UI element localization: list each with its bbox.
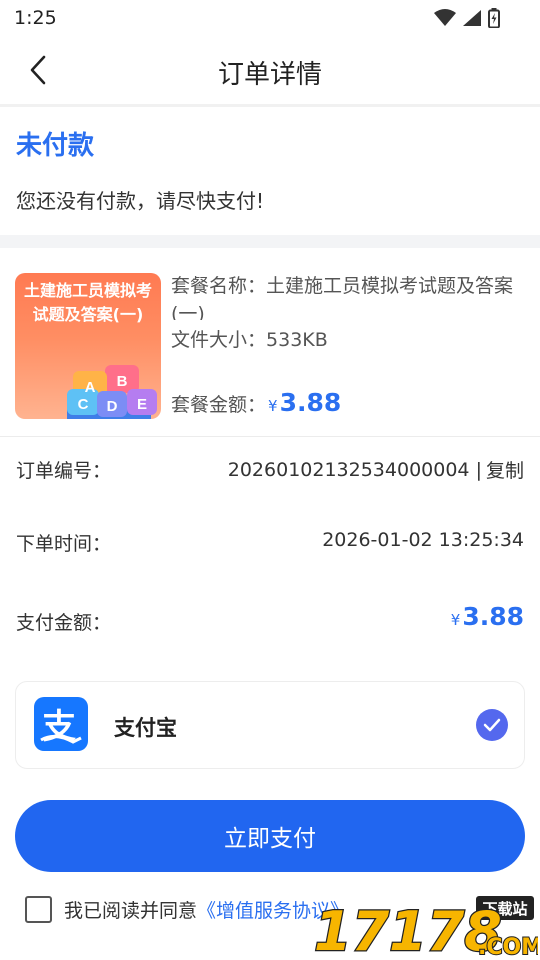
payment-amount-currency: ¥ [450,611,461,629]
product-cover[interactable]: 土建施工员模拟考试题及答案(一) A B C D E [15,273,161,419]
status-bar: 1:25 [0,0,540,36]
copy-order-number-button[interactable]: 复制 [486,456,524,483]
package-price-currency: ¥ [268,397,278,415]
block-letter-c: C [78,396,89,413]
agreement-text: 我已阅读并同意 [64,899,198,922]
file-size-label: 文件大小： [171,329,267,351]
order-time-label: 下单时间： [16,533,112,555]
alipay-icon: 支 [34,697,88,751]
order-number-row: 订单编号： 20260102132534000004 | 复制 [0,448,540,488]
agreement-row: 我已阅读并同意 《增值服务协议》 [25,895,349,923]
payment-amount-label: 支付金额： [16,612,112,634]
order-number-label: 订单编号： [16,460,112,482]
product-name-label: 套餐名称： [171,275,267,297]
cover-title: 土建施工员模拟考试题及答案(一) [23,281,152,324]
payment-amount-value: ¥3.88 [451,602,524,631]
order-status-description: 您还没有付款，请尽快支付! [16,189,265,213]
nav-bar: 订单详情 [0,36,540,104]
payment-amount: 3.88 [462,602,524,631]
agreement-checkbox[interactable] [25,895,52,923]
payment-method-name: 支付宝 [114,716,177,740]
order-status-title: 未付款 [16,131,95,161]
block-letter-d: D [107,398,118,415]
order-number-value: 20260102132534000004 | 复制 [228,456,524,483]
status-time: 1:25 [14,7,57,29]
pay-now-button[interactable]: 立即支付 [15,800,525,872]
site-watermark: 下载站 17178 .COM [313,896,538,960]
payment-method-alipay[interactable]: 支 支付宝 [15,681,525,769]
block-letter-a: A [85,379,96,396]
battery-icon [488,8,500,28]
payment-selected-check[interactable] [476,709,508,741]
watermark-number: 17178 [314,900,502,960]
package-price-label: 套餐金额： [171,394,267,416]
payment-amount-row: 支付金额： ¥3.88 [0,600,540,640]
watermark-domain: .COM [478,935,538,960]
product-name-row: 套餐名称：土建施工员模拟考试题及答案(一) [171,272,536,320]
product-section: 土建施工员模拟考试题及答案(一) A B C D E 套餐名称：土建施工员模拟考… [0,248,540,436]
status-icons [434,8,500,28]
checkmark-icon [483,718,501,732]
block-letter-b: B [117,373,128,390]
package-price: 3.88 [279,388,342,417]
product-divider [0,436,540,437]
product-info: 套餐名称：土建施工员模拟考试题及答案(一) 文件大小：533KB [171,272,536,354]
wifi-icon [434,9,456,26]
file-size-row: 文件大小：533KB [171,326,536,354]
page-title: 订单详情 [217,60,322,90]
block-letter-e: E [137,396,147,413]
alipay-logo-glyph: 支 [40,707,82,746]
signal-icon [463,10,481,26]
letter-blocks-illustration: A B C D E [67,365,157,419]
file-size: 533KB [266,329,328,351]
order-time: 2026-01-02 13:25:34 [322,529,524,551]
separator: | [475,458,482,481]
order-time-row: 下单时间： 2026-01-02 13:25:34 [0,521,540,561]
order-status-section: 未付款 您还没有付款，请尽快支付! [0,107,540,235]
section-gap [0,235,540,248]
order-number: 20260102132534000004 [227,458,470,481]
package-price-row: 套餐金额： ¥ 3.88 [171,388,341,417]
